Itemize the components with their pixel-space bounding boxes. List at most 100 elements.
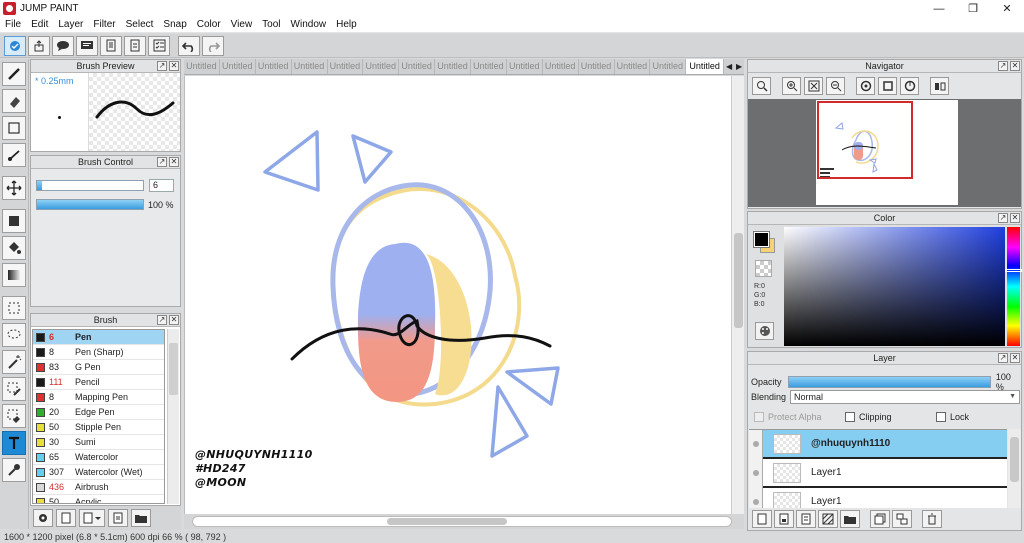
navigator-viewport-frame[interactable] [817,101,913,179]
saturation-value-picker[interactable] [784,227,1005,346]
menu-filter[interactable]: Filter [88,19,120,30]
palette-icon[interactable] [755,322,774,340]
lock-checkbox[interactable] [936,412,946,422]
rectangle-tool-icon[interactable] [2,116,26,140]
brush-item[interactable]: 65 Watercolor [33,450,164,465]
brush-item[interactable]: 50 Stipple Pen [33,420,164,435]
line-tool-icon[interactable] [2,143,26,167]
hue-slider-marker[interactable] [1005,269,1022,272]
menu-tool[interactable]: Tool [257,19,285,30]
brush-item[interactable]: 111 Pencil [33,375,164,390]
canvas-vertical-scrollbar[interactable] [731,76,744,514]
new-tone-layer-icon[interactable] [818,510,838,528]
zoom-icon[interactable] [752,77,771,95]
layer-row[interactable]: @nhuquynh1110 [749,430,1007,459]
close-icon[interactable]: ✕ [1010,61,1020,71]
close-icon[interactable]: ✕ [169,315,179,325]
copy-brush-icon[interactable] [108,509,128,527]
scroll-thumb[interactable] [169,343,178,395]
menu-layer[interactable]: Layer [53,19,88,30]
rotate-right-icon[interactable] [900,77,919,95]
gradient-tool-icon[interactable] [2,263,26,287]
protect-alpha-checkbox[interactable] [754,412,764,422]
maximize-button[interactable]: ❐ [956,0,990,17]
brush-item[interactable]: 6 Pen [33,330,164,345]
fit-screen-icon[interactable] [804,77,823,95]
pen-tool-icon[interactable] [2,62,26,86]
move-tool-icon[interactable] [2,176,26,200]
document-tab[interactable]: Untitled [399,59,436,74]
document-icon[interactable] [100,35,122,56]
checklist-icon[interactable] [148,35,170,56]
document-tab[interactable]: Untitled [184,59,220,74]
trash-icon[interactable] [922,510,942,528]
layer-list-scrollbar[interactable] [1008,429,1021,508]
close-icon[interactable]: ✕ [169,61,179,71]
select-eraser-tool-icon[interactable] [2,404,26,428]
menu-color[interactable]: Color [192,19,226,30]
folder-icon[interactable] [131,509,151,527]
float-icon[interactable]: ↗ [998,61,1008,71]
brush-list-scrollbar[interactable] [167,329,179,504]
brush-item[interactable]: 83 G Pen [33,360,164,375]
document-tab[interactable]: Untitled [363,59,400,74]
brush-item[interactable]: 30 Sumi [33,435,164,450]
new-brush-icon[interactable] [56,509,76,527]
brush-menu-icon[interactable] [79,509,105,527]
visibility-icon[interactable] [749,430,763,458]
hue-slider[interactable] [1007,227,1020,346]
tab-scroll-right-icon[interactable]: ▶ [734,59,744,74]
magic-wand-tool-icon[interactable] [2,350,26,374]
merge-layer-icon[interactable] [892,510,912,528]
menu-help[interactable]: Help [331,19,362,30]
document-tab[interactable]: Untitled [543,59,579,74]
float-icon[interactable]: ↗ [157,61,167,71]
float-icon[interactable]: ↗ [998,353,1008,363]
redo-icon[interactable] [202,35,224,56]
new-raster-layer-icon[interactable] [774,510,794,528]
document-tab[interactable]: Untitled [507,59,543,74]
opacity-slider[interactable] [787,376,991,388]
flip-icon[interactable] [930,77,949,95]
message-icon[interactable] [76,35,98,56]
document-tab[interactable]: Untitled [256,59,292,74]
navigator-view[interactable] [748,99,1021,207]
text-tool-icon[interactable] [2,431,26,455]
undo-icon[interactable] [178,35,200,56]
select-pen-tool-icon[interactable] [2,377,26,401]
close-button[interactable]: ✕ [990,0,1024,17]
document-tab[interactable]: Untitled [328,59,364,74]
menu-edit[interactable]: Edit [26,19,53,30]
layer-row[interactable]: Layer1 [749,458,1007,488]
clipping-checkbox[interactable] [845,412,855,422]
close-icon[interactable]: ✕ [1010,213,1020,223]
brush-density-slider[interactable] [36,199,144,210]
canvas-horizontal-scrollbar[interactable] [184,514,744,529]
transparent-color-swatch[interactable] [755,260,772,277]
comment-icon[interactable] [52,35,74,56]
document-tab[interactable]: Untitled [292,59,328,74]
visibility-icon[interactable] [749,458,763,487]
document-tab[interactable]: Untitled [220,59,256,74]
new-1bit-layer-icon[interactable] [796,510,816,528]
brush-item[interactable]: 436 Airbrush [33,480,164,495]
visibility-icon[interactable] [749,487,763,508]
brush-item[interactable]: 8 Mapping Pen [33,390,164,405]
brush-size-slider[interactable] [36,180,144,191]
document-tab[interactable]: Untitled [471,59,507,74]
scroll-thumb[interactable] [734,233,743,328]
cloud-icon[interactable] [4,35,26,56]
layer-row[interactable]: Layer1 [749,487,1007,508]
menu-select[interactable]: Select [121,19,159,30]
close-icon[interactable]: ✕ [169,157,179,167]
eyedropper-tool-icon[interactable] [2,458,26,482]
scroll-thumb[interactable] [387,518,507,525]
scroll-thumb[interactable] [1010,437,1019,482]
document-tab[interactable]: Untitled [686,59,725,74]
select-rect-tool-icon[interactable] [2,296,26,320]
lasso-tool-icon[interactable] [2,323,26,347]
share-icon[interactable] [28,35,50,56]
close-icon[interactable]: ✕ [1010,353,1020,363]
zoom-in-icon[interactable] [782,77,801,95]
menu-window[interactable]: Window [286,19,332,30]
